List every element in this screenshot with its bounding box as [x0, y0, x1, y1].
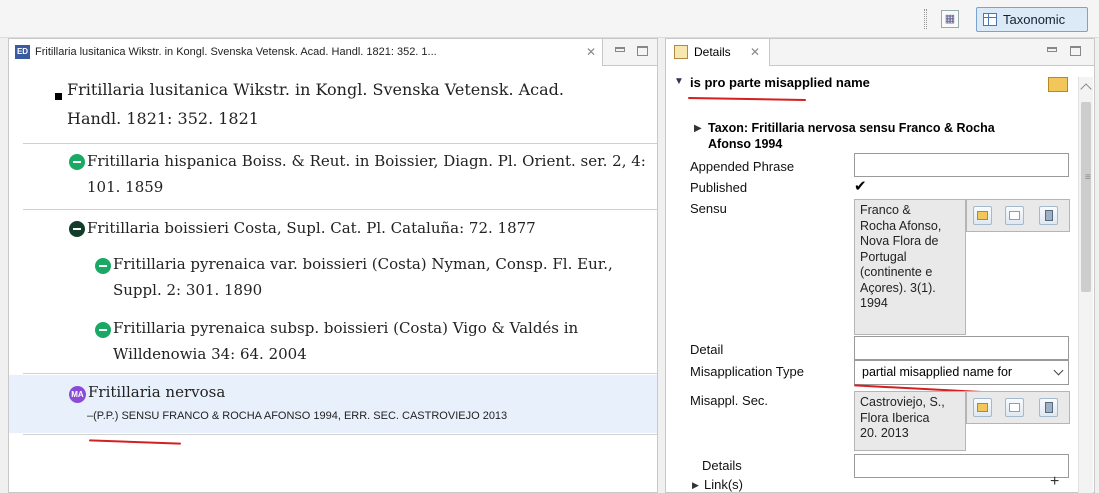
published-label: Published	[690, 180, 748, 195]
scrollbar-thumb[interactable]	[1081, 102, 1091, 292]
details-panel: Details ✕ ▼ is pro parte misapplied name…	[665, 38, 1095, 493]
accepted-name-row[interactable]: Fritillaria lusitanica Wikstr. in Kongl.…	[9, 67, 657, 137]
add-link-icon[interactable]: +	[1050, 473, 1059, 491]
editor-tab-title: Fritillaria lusitanica Wikstr. in Kongl.…	[35, 46, 437, 58]
heterotypic-synonym-icon	[95, 258, 111, 274]
misapplied-name[interactable]: Fritillaria nervosa	[88, 383, 225, 401]
misapplication-type-label: Misapplication Type	[690, 364, 804, 379]
perspective-button-taxonomic[interactable]: Taxonomic	[976, 7, 1088, 32]
maximize-icon[interactable]	[1070, 46, 1081, 56]
synonym-name-line1: Fritillaria boissieri Costa, Supl. Cat. …	[87, 219, 536, 237]
divider	[23, 434, 657, 435]
open-reference-icon[interactable]	[973, 398, 992, 417]
red-annotation-underline	[88, 439, 182, 445]
trash-icon[interactable]	[1039, 398, 1058, 417]
basionym-synonym-icon	[69, 221, 85, 237]
collapse-arrow-icon[interactable]: ▶	[692, 480, 699, 491]
synonym-row[interactable]: Fritillaria boissieri Costa, Supl. Cat. …	[9, 211, 657, 251]
misappl-sec-label: Misappl. Sec.	[690, 393, 769, 408]
synonym-row[interactable]: Fritillaria hispanica Boiss. & Reut. in …	[9, 145, 657, 205]
new-reference-icon[interactable]	[1005, 398, 1024, 417]
close-icon[interactable]: ✕	[586, 39, 596, 65]
trash-icon[interactable]	[1039, 206, 1058, 225]
taxon-line2: Afonso 1994	[708, 137, 783, 151]
minimize-icon[interactable]	[1047, 47, 1057, 52]
appended-phrase-field[interactable]	[854, 153, 1069, 177]
taxon-line1: Taxon: Fritillaria nervosa sensu Franco …	[708, 121, 995, 135]
misapplied-name-row[interactable]: MA Fritillaria nervosa –(P.P.) SENSU FRA…	[9, 375, 657, 433]
synonym-name-line1: Fritillaria hispanica Boiss. & Reut. in …	[87, 152, 646, 170]
close-icon[interactable]: ✕	[750, 39, 760, 65]
details-scrollbar[interactable]	[1078, 77, 1093, 493]
synonym-name-line2: Suppl. 2: 301. 1890	[113, 281, 263, 299]
red-annotation-underline	[687, 96, 807, 102]
perspective-label: Taxonomic	[1003, 12, 1066, 27]
misapplied-sensu-text: –(P.P.) SENSU FRANCO & ROCHA AFONSO 1994…	[87, 410, 508, 422]
accepted-name-line1: Fritillaria lusitanica Wikstr. in Kongl.…	[67, 80, 565, 99]
details-tab-title: Details	[694, 45, 731, 59]
synonym-name-line2: Willdenowia 34: 64. 2004	[113, 345, 307, 363]
published-checkbox[interactable]: ✔	[854, 179, 867, 194]
minimize-icon[interactable]	[615, 47, 625, 52]
expand-arrow-icon[interactable]: ▼	[674, 76, 684, 87]
divider	[23, 373, 657, 374]
misappl-sec-button-group	[966, 391, 1070, 424]
main-toolbar: ▦ Taxonomic	[0, 0, 1099, 38]
misapplication-type-select[interactable]: partial misapplied name for	[854, 360, 1069, 385]
editor-icon: ED	[15, 45, 30, 59]
new-reference-icon[interactable]	[1005, 206, 1024, 225]
name-editor-panel: ED Fritillaria lusitanica Wikstr. in Kon…	[8, 38, 658, 493]
section-title: is pro parte misapplied name	[690, 75, 870, 90]
maximize-icon[interactable]	[637, 46, 648, 56]
open-reference-icon[interactable]	[973, 206, 992, 225]
details-icon	[674, 45, 688, 59]
sensu-label: Sensu	[690, 201, 727, 216]
details-field[interactable]	[854, 454, 1069, 478]
synonym-name-line2: 101. 1859	[87, 178, 164, 196]
detail-label: Detail	[690, 342, 724, 357]
editor-tab-bar: ED Fritillaria lusitanica Wikstr. in Kon…	[9, 39, 657, 66]
appended-phrase-label: Appended Phrase	[690, 159, 795, 174]
details-label: Details	[702, 458, 742, 473]
misappl-sec-reference[interactable]: Castroviejo, S., Flora Iberica 20. 2013	[854, 391, 966, 451]
synonym-row[interactable]: Fritillaria pyrenaica subsp. boissieri (…	[9, 313, 657, 369]
accepted-bullet-icon	[55, 93, 62, 100]
grid-icon	[983, 13, 997, 26]
heterotypic-synonym-icon	[95, 322, 111, 338]
accepted-name-line2: Handl. 1821: 352. 1821	[67, 109, 259, 128]
sash-grip-icon[interactable]: ≡	[1085, 172, 1091, 183]
synonym-name-line1: Fritillaria pyrenaica subsp. boissieri (…	[113, 319, 579, 337]
misapplied-name-icon: MA	[69, 386, 86, 403]
toolbar-grip[interactable]	[924, 9, 927, 29]
collapse-arrow-icon[interactable]: ▶	[694, 123, 702, 134]
chevron-down-icon	[1053, 365, 1064, 376]
synonym-row[interactable]: Fritillaria pyrenaica var. boissieri (Co…	[9, 249, 657, 305]
sensu-reference[interactable]: Franco & Rocha Afonso, Nova Flora de Por…	[854, 199, 966, 335]
open-perspective-icon[interactable]: ▦	[941, 10, 959, 28]
sensu-button-group	[966, 199, 1070, 232]
synonym-name-line1: Fritillaria pyrenaica var. boissieri (Co…	[113, 255, 613, 273]
details-tab-bar: Details ✕	[666, 39, 1094, 66]
open-folder-icon[interactable]	[1048, 77, 1068, 92]
scroll-up-icon[interactable]	[1080, 83, 1092, 95]
detail-field[interactable]	[854, 336, 1069, 360]
editor-tab[interactable]: ED Fritillaria lusitanica Wikstr. in Kon…	[9, 39, 603, 66]
heterotypic-synonym-icon	[69, 154, 85, 170]
divider	[23, 143, 657, 144]
divider	[23, 209, 657, 210]
links-label: Link(s)	[704, 477, 744, 492]
